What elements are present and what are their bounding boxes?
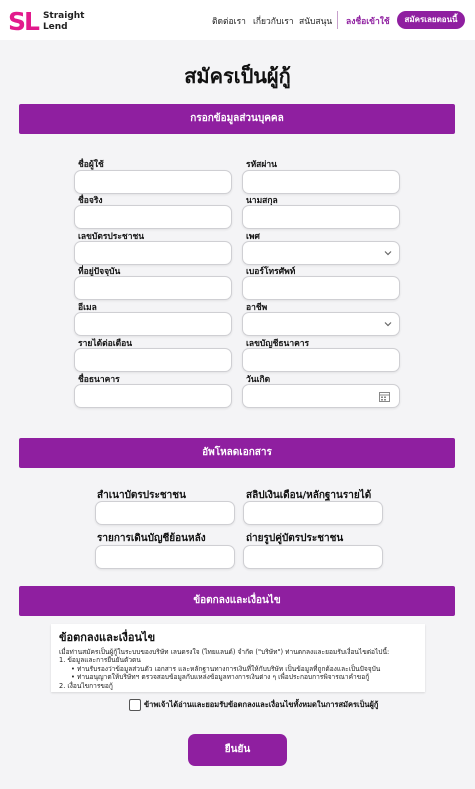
signup-now-button[interactable]: สมัครเลยตอนนี้: [397, 11, 465, 29]
terms-bullet-1: ท่านรับรองว่าข้อมูลส่วนตัว เอกสาร และหลั…: [77, 664, 381, 673]
selfie-with-id-upload[interactable]: [243, 545, 383, 569]
terms-bullet-2: ท่านอนุญาตให้บริษัทฯ ตรวจสอบข้อมูลกับแหล…: [77, 673, 370, 682]
bank-name-input[interactable]: [74, 384, 232, 408]
id-number-input[interactable]: [74, 241, 232, 265]
chevron-down-icon: [384, 251, 392, 256]
agree-label[interactable]: ข้าพเจ้าได้อ่านและยอมรับข้อตกลงและเงื่อน…: [144, 699, 378, 711]
terms-header: ข้อตกลงและเงื่อนไข: [19, 586, 455, 616]
nav-divider: [337, 11, 338, 29]
username-label: ชื่อผู้ใช้: [78, 160, 104, 170]
agree-checkbox[interactable]: [129, 699, 141, 711]
password-label: รหัสผ่าน: [246, 160, 277, 170]
terms-title: ข้อตกลงและเงื่อนไข: [59, 631, 156, 644]
email-input[interactable]: [74, 312, 232, 336]
first-name-input[interactable]: [74, 205, 232, 229]
logo-line-2: Lend: [42, 22, 68, 32]
password-input[interactable]: [242, 170, 400, 194]
logo-line-1: Straight: [42, 11, 85, 21]
terms-bullet: • ท่านอนุญาตให้บริษัทฯ ตรวจสอบข้อมูลกับแ…: [71, 673, 370, 682]
top-header: SL Straight Lend ติดต่อเรา เกี่ยวกับเรา …: [0, 0, 475, 40]
brand-logo[interactable]: SL Straight Lend: [8, 8, 84, 36]
occupation-select[interactable]: [242, 312, 400, 336]
nav-about[interactable]: เกี่ยวกับเรา: [253, 14, 294, 28]
terms-intro: เมื่อท่านสมัครเป็นผู้กู้ในระบบของบริษัท …: [59, 648, 390, 656]
personal-info-header: กรอกข้อมูลส่วนบุคคล: [19, 104, 455, 134]
gender-select[interactable]: [242, 241, 400, 265]
upload-documents-header: อัพโหลดเอกสาร: [19, 438, 455, 468]
username-input[interactable]: [74, 170, 232, 194]
agree-row: ข้าพเจ้าได้อ่านและยอมรับข้อตกลงและเงื่อน…: [129, 699, 378, 711]
terms-item-1: 1. ข้อมูลและการยืนยันตัวตน: [59, 656, 141, 665]
last-name-input[interactable]: [242, 205, 400, 229]
address-input[interactable]: [74, 276, 232, 300]
nav-contact[interactable]: ติดต่อเรา: [212, 14, 246, 28]
statement-label: รายการเดินบัญชีย้อนหลัง: [97, 533, 206, 544]
page-title: สมัครเป็นผู้กู้: [184, 64, 291, 88]
confirm-button[interactable]: ยืนยัน: [188, 734, 287, 766]
terms-content-box[interactable]: ข้อตกลงและเงื่อนไข เมื่อท่านสมัครเป็นผู้…: [51, 624, 425, 692]
id-copy-upload[interactable]: [95, 501, 235, 525]
login-link[interactable]: ลงชื่อเข้าใช้: [346, 14, 390, 28]
chevron-down-icon: [384, 322, 392, 327]
terms-bullet: • ท่านรับรองว่าข้อมูลส่วนตัว เอกสาร และห…: [71, 664, 381, 673]
phone-input[interactable]: [242, 276, 400, 300]
calendar-icon[interactable]: [379, 391, 390, 402]
logo-mark: SL: [8, 7, 40, 36]
selfie-with-id-label: ถ่ายรูปคู่บัตรประชาชน: [246, 533, 344, 544]
statement-upload[interactable]: [95, 545, 235, 569]
nav-support[interactable]: สนับสนุน: [299, 14, 332, 28]
logo-text: Straight Lend: [43, 11, 85, 33]
birthdate-input[interactable]: [242, 384, 400, 408]
bank-account-input[interactable]: [242, 348, 400, 372]
monthly-income-input[interactable]: [74, 348, 232, 372]
payslip-upload[interactable]: [243, 501, 383, 525]
terms-item-2: 2. เงื่อนไขการขอกู้: [59, 681, 113, 690]
